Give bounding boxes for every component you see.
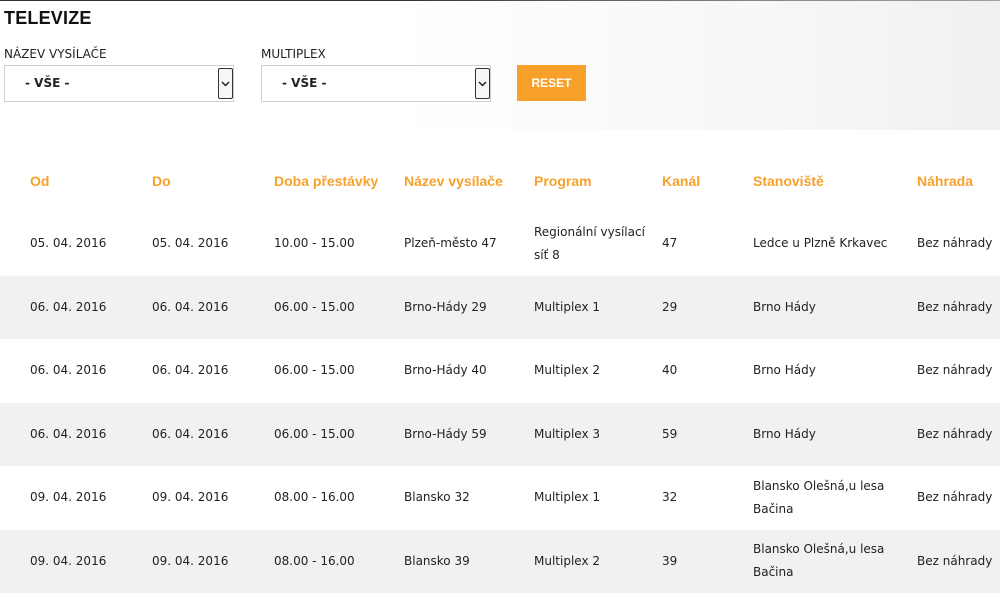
cell-location: Blansko Olešná,u lesa Bačina [753,530,917,593]
cell-break-time: 06.00 - 15.00 [274,339,404,403]
cell-to: 06. 04. 2016 [152,276,274,340]
cell-program: Multiplex 3 [534,403,662,467]
table-row: 09. 04. 2016 09. 04. 2016 08.00 - 16.00 … [0,530,1000,593]
cell-channel: 39 [662,530,753,593]
cell-from: 06. 04. 2016 [0,403,152,467]
outage-table: Od Do Doba přestávky Název vysílače Prog… [0,150,1000,593]
cell-channel: 47 [662,212,753,276]
page-title: TELEVIZE [4,8,92,29]
cell-to: 05. 04. 2016 [152,212,274,276]
cell-channel: 40 [662,339,753,403]
cell-replacement: Bez náhrady [917,339,1000,403]
column-header-kanal[interactable]: Kanál [662,150,753,212]
cell-to: 09. 04. 2016 [152,466,274,530]
multiplex-select-value: - VŠE - [282,76,326,90]
cell-program: Multiplex 1 [534,466,662,530]
cell-location: Brno Hády [753,403,917,467]
station-select[interactable]: - VŠE - [4,65,234,102]
multiplex-filter-label: MULTIPLEX [261,47,326,61]
column-header-program[interactable]: Program [534,150,662,212]
cell-channel: 29 [662,276,753,340]
table-row: 06. 04. 2016 06. 04. 2016 06.00 - 15.00 … [0,339,1000,403]
chevron-down-icon[interactable] [475,68,490,99]
cell-break-time: 10.00 - 15.00 [274,212,404,276]
cell-from: 05. 04. 2016 [0,212,152,276]
cell-to: 09. 04. 2016 [152,530,274,593]
cell-from: 09. 04. 2016 [0,466,152,530]
cell-from: 06. 04. 2016 [0,339,152,403]
cell-from: 06. 04. 2016 [0,276,152,340]
cell-location: Blansko Olešná,u lesa Bačina [753,466,917,530]
table-header-row: Od Do Doba přestávky Název vysílače Prog… [0,150,1000,212]
cell-break-time: 08.00 - 16.00 [274,466,404,530]
column-header-do[interactable]: Do [152,150,274,212]
cell-from: 09. 04. 2016 [0,530,152,593]
cell-station-name: Blansko 32 [404,466,534,530]
cell-program: Multiplex 2 [534,339,662,403]
cell-program: Regionální vysílací síť 8 [534,212,662,276]
cell-station-name: Plzeň-město 47 [404,212,534,276]
table-row: 06. 04. 2016 06. 04. 2016 06.00 - 15.00 … [0,403,1000,467]
cell-channel: 32 [662,466,753,530]
column-header-nazev-vysilace[interactable]: Název vysílače [404,150,534,212]
cell-station-name: Blansko 39 [404,530,534,593]
cell-replacement: Bez náhrady [917,403,1000,467]
column-header-nahrada[interactable]: Náhrada [917,150,1000,212]
table-row: 09. 04. 2016 09. 04. 2016 08.00 - 16.00 … [0,466,1000,530]
cell-break-time: 08.00 - 16.00 [274,530,404,593]
cell-replacement: Bez náhrady [917,466,1000,530]
cell-replacement: Bez náhrady [917,212,1000,276]
cell-station-name: Brno-Hády 40 [404,339,534,403]
cell-to: 06. 04. 2016 [152,339,274,403]
chevron-down-icon[interactable] [218,68,233,99]
column-header-doba-prestavky[interactable]: Doba přestávky [274,150,404,212]
multiplex-select[interactable]: - VŠE - [261,65,491,102]
station-filter-label: NÁZEV VYSÍLAČE [4,47,107,61]
cell-station-name: Brno-Hády 29 [404,276,534,340]
cell-location: Ledce u Plzně Krkavec [753,212,917,276]
table-row: 06. 04. 2016 06. 04. 2016 06.00 - 15.00 … [0,276,1000,340]
cell-replacement: Bez náhrady [917,530,1000,593]
cell-location: Brno Hády [753,339,917,403]
cell-program: Multiplex 1 [534,276,662,340]
cell-break-time: 06.00 - 15.00 [274,403,404,467]
reset-button[interactable]: RESET [517,65,586,101]
cell-channel: 59 [662,403,753,467]
cell-break-time: 06.00 - 15.00 [274,276,404,340]
column-header-stanoviste[interactable]: Stanoviště [753,150,917,212]
column-header-od[interactable]: Od [0,150,152,212]
cell-program: Multiplex 2 [534,530,662,593]
cell-replacement: Bez náhrady [917,276,1000,340]
cell-to: 06. 04. 2016 [152,403,274,467]
cell-station-name: Brno-Hády 59 [404,403,534,467]
station-select-value: - VŠE - [25,76,69,90]
table-row: 05. 04. 2016 05. 04. 2016 10.00 - 15.00 … [0,212,1000,276]
cell-location: Brno Hády [753,276,917,340]
